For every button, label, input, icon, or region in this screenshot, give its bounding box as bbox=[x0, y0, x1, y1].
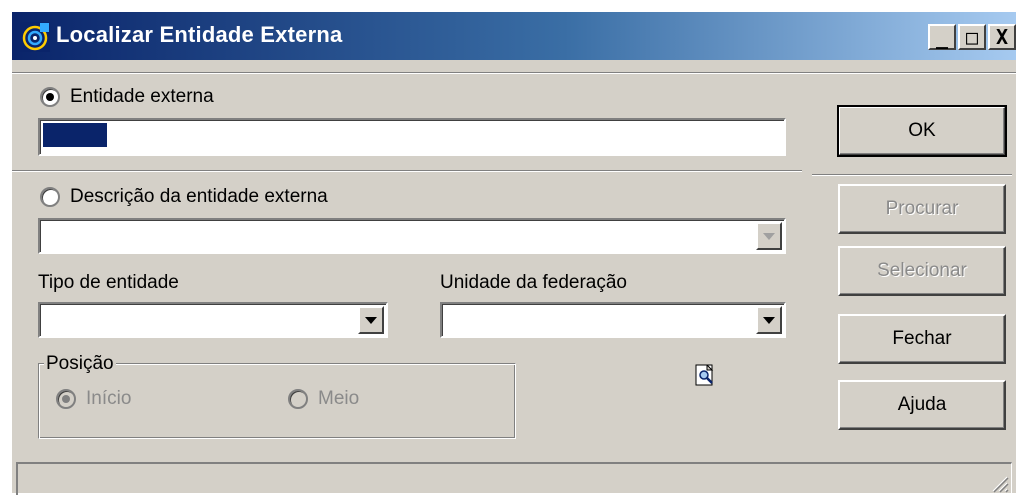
find-document-icon[interactable] bbox=[695, 364, 717, 386]
close-button[interactable]: X bbox=[988, 24, 1016, 50]
procurar-button[interactable]: Procurar bbox=[838, 184, 1006, 234]
close-icon: X bbox=[995, 25, 1009, 49]
radio-indicator[interactable] bbox=[288, 389, 308, 409]
radio-indicator[interactable] bbox=[40, 87, 60, 107]
maximize-button[interactable]: □ bbox=[958, 24, 986, 50]
chevron-down-icon bbox=[763, 232, 775, 240]
unidade-federacao-select[interactable] bbox=[440, 302, 786, 338]
unidade-federacao-dropdown[interactable] bbox=[756, 306, 782, 334]
minimize-button[interactable]: _ bbox=[928, 24, 956, 50]
radio-posicao-meio[interactable]: Meio bbox=[288, 388, 359, 410]
selecionar-button[interactable]: Selecionar bbox=[838, 246, 1006, 296]
tipo-entidade-dropdown[interactable] bbox=[358, 306, 384, 334]
ok-button[interactable]: OK bbox=[837, 105, 1007, 157]
radio-posicao-inicio-label: Início bbox=[86, 388, 132, 409]
radio-indicator[interactable] bbox=[40, 187, 60, 207]
radio-indicator[interactable] bbox=[56, 389, 76, 409]
text-selection-highlight bbox=[43, 123, 107, 147]
status-bar bbox=[16, 462, 1012, 495]
descricao-combo[interactable] bbox=[38, 218, 786, 254]
fechar-button[interactable]: Fechar bbox=[838, 314, 1006, 364]
window-title: Localizar Entidade Externa bbox=[56, 22, 343, 47]
title-bar[interactable]: Localizar Entidade Externa _ □ X bbox=[12, 12, 1016, 60]
chevron-down-icon bbox=[365, 316, 377, 324]
ajuda-button[interactable]: Ajuda bbox=[838, 380, 1006, 430]
resize-grip-icon[interactable] bbox=[987, 471, 1009, 493]
minimize-icon: _ bbox=[935, 25, 949, 49]
descricao-combo-dropdown[interactable] bbox=[756, 222, 782, 250]
button-divider bbox=[812, 174, 1012, 176]
maximize-icon: □ bbox=[965, 25, 979, 49]
tipo-entidade-select[interactable] bbox=[38, 302, 388, 338]
tipo-entidade-label: Tipo de entidade bbox=[38, 272, 179, 293]
spiral-app-icon bbox=[20, 22, 50, 52]
unidade-federacao-label: Unidade da federação bbox=[440, 272, 627, 293]
entidade-externa-input[interactable] bbox=[38, 118, 786, 156]
chevron-down-icon bbox=[763, 316, 775, 324]
section-divider bbox=[12, 170, 802, 172]
radio-posicao-inicio[interactable]: Início bbox=[56, 388, 131, 410]
posicao-legend: Posição bbox=[44, 353, 116, 375]
radio-descricao-label: Descrição da entidade externa bbox=[70, 186, 328, 207]
radio-entidade-externa[interactable]: Entidade externa bbox=[40, 86, 214, 108]
dialog-window: Localizar Entidade Externa _ □ X Entidad… bbox=[10, 10, 1016, 495]
radio-entidade-externa-label: Entidade externa bbox=[70, 86, 214, 107]
top-divider bbox=[12, 72, 1016, 74]
radio-posicao-meio-label: Meio bbox=[318, 388, 360, 409]
radio-descricao[interactable]: Descrição da entidade externa bbox=[40, 186, 328, 208]
